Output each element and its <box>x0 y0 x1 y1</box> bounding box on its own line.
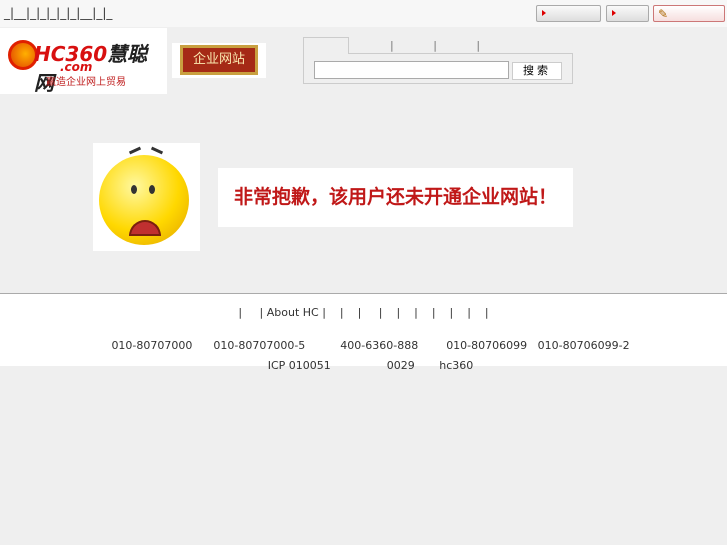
search-tab-active[interactable] <box>303 37 349 54</box>
eye <box>149 185 155 194</box>
sign-text: 企业网站 <box>180 45 258 75</box>
search-button[interactable]: 搜索 <box>512 62 562 80</box>
hc360-logo[interactable]: HC360慧聪网 .com 赢造企业网上贸易 <box>0 28 167 95</box>
pencil-icon: ✎ <box>658 7 669 21</box>
top-bar: _|__|_|_|_|_|_|__|_|_ ✎ <box>0 0 727 27</box>
arrow-icon <box>612 10 616 16</box>
mouth <box>129 220 161 236</box>
search-tab-separators[interactable]: | | | <box>390 39 480 52</box>
site-name: hc360 <box>439 359 474 372</box>
license-number: 0029 <box>386 359 415 372</box>
top-button-2[interactable] <box>606 5 649 22</box>
footer-links[interactable]: | | About HC | | | | | | | | | | <box>0 306 727 319</box>
top-button-1[interactable] <box>536 5 601 22</box>
footer: | | About HC | | | | | | | | | | 010-807… <box>0 294 727 372</box>
sad-face-icon <box>93 143 200 251</box>
brow <box>150 146 164 155</box>
arrow-icon <box>542 10 546 16</box>
icp-number: ICP 010051 <box>267 359 331 372</box>
error-message: 非常抱歉，该用户还未开通企业网站！ <box>218 168 573 227</box>
footer-icp: ICP 010051 0029 hc360 <box>0 346 727 385</box>
logo-domain: .com <box>60 60 93 74</box>
brow <box>128 146 142 155</box>
search-input[interactable] <box>314 61 509 79</box>
register-button[interactable]: ✎ <box>653 5 725 22</box>
eye <box>131 185 137 194</box>
logo-slogan: 赢造企业网上贸易 <box>46 77 126 88</box>
top-links[interactable]: _|__|_|_|_|_|_|__|_|_ <box>4 6 112 20</box>
enterprise-site-sign: 企业网站 <box>172 43 266 78</box>
